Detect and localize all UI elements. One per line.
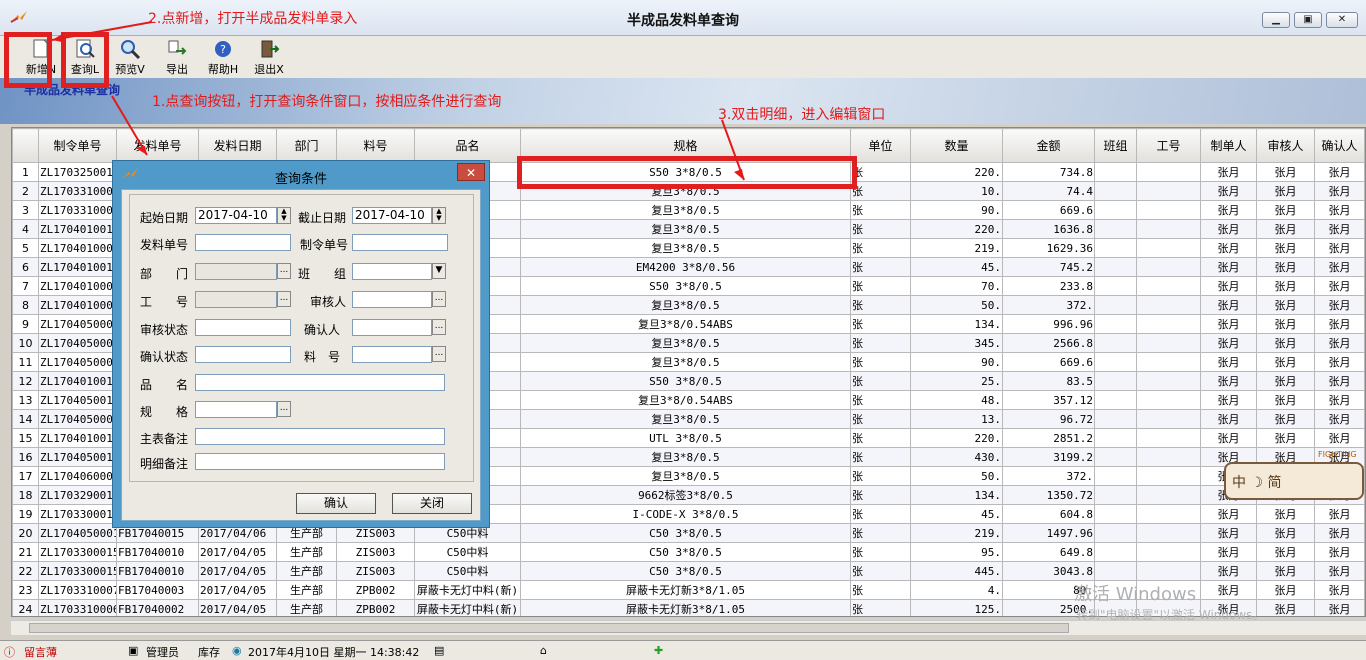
dept-label: 部 门 — [140, 267, 189, 281]
dialog-title: 查询条件 — [274, 172, 327, 187]
spec-label: 规 格 — [140, 405, 189, 419]
confirm-status-label: 确认状态 — [140, 350, 189, 364]
reviewer-lookup-button[interactable]: ... — [432, 291, 446, 307]
annotation-new: 2.点新增，打开半成品发料单录入 — [148, 11, 358, 27]
confirmer-label: 确认人 — [304, 323, 341, 337]
confirmer-lookup-button[interactable]: ... — [432, 319, 446, 335]
ime-mode-text: 中 ☽ 简 — [1232, 475, 1282, 491]
worker-lookup-button[interactable]: ... — [277, 291, 291, 307]
activation-watermark-note: 转到"电脑设置"以激活 Windows。 — [1076, 608, 1265, 622]
reviewer-label: 审核人 — [310, 295, 347, 309]
query-dialog: 查询条件 ✕ 起始日期 2017-04-10 ▲ ▼ 截止日期 2017-04-1… — [112, 160, 490, 528]
dialog-body: 起始日期 2017-04-10 ▲ ▼ 截止日期 2017-04-10 ▲ ▼ 发料… — [121, 189, 481, 521]
confirmer-input[interactable] — [352, 319, 432, 336]
start-date-spinner[interactable]: ▲ ▼ — [277, 207, 291, 224]
confirm-status-input[interactable] — [195, 346, 291, 363]
annotation-query: 1.点查询按钮，打开查询条件窗口，按相应条件进行查询 — [152, 94, 502, 110]
part-no-input[interactable] — [352, 346, 432, 363]
worker-input — [195, 291, 277, 308]
worker-label: 工 号 — [140, 295, 189, 309]
ime-toolbar[interactable]: 中 ☽ 简 FIGHTING — [1224, 450, 1364, 500]
start-date-input[interactable]: 2017-04-10 — [195, 207, 277, 224]
confirm-button[interactable]: 确认 — [296, 493, 376, 514]
ime-tag: FIGHTING — [1318, 450, 1357, 459]
team-label: 班 组 — [298, 267, 347, 281]
part-no-lookup-button[interactable]: ... — [432, 346, 446, 362]
detail-note-label: 明细备注 — [140, 457, 189, 471]
main-note-input[interactable] — [195, 428, 445, 445]
issue-no-label: 发料单号 — [140, 238, 189, 252]
order-no-input[interactable] — [352, 234, 448, 251]
order-no-label: 制令单号 — [300, 238, 349, 252]
product-name-label: 品 名 — [140, 378, 189, 392]
end-date-spinner[interactable]: ▲ ▼ — [432, 207, 446, 224]
annotation-edit: 3.双击明细，进入编辑窗口 — [718, 107, 886, 123]
review-status-input[interactable] — [195, 319, 291, 336]
part-no-label: 料 号 — [304, 350, 341, 364]
detail-note-input[interactable] — [195, 453, 445, 470]
activation-watermark-title: 激活 Windows — [1074, 584, 1197, 605]
reviewer-input[interactable] — [352, 291, 432, 308]
start-date-label: 起始日期 — [140, 211, 189, 225]
dialog-title-bar[interactable]: 查询条件 ✕ — [113, 161, 489, 189]
spec-input[interactable] — [195, 401, 277, 418]
spec-lookup-button[interactable]: ... — [277, 401, 291, 417]
end-date-input[interactable]: 2017-04-10 — [352, 207, 432, 224]
dialog-close-button[interactable]: ✕ — [457, 163, 485, 181]
close-dialog-button[interactable]: 关闭 — [392, 493, 472, 514]
dept-lookup-button[interactable]: ... — [277, 263, 291, 279]
end-date-label: 截止日期 — [298, 211, 347, 225]
team-dropdown-icon[interactable]: ▼ — [432, 263, 446, 279]
issue-no-input[interactable] — [195, 234, 291, 251]
dept-input — [195, 263, 277, 280]
team-select[interactable] — [352, 263, 432, 280]
main-note-label: 主表备注 — [140, 432, 189, 446]
product-name-input[interactable] — [195, 374, 445, 391]
review-status-label: 审核状态 — [140, 323, 189, 337]
query-form: 起始日期 2017-04-10 ▲ ▼ 截止日期 2017-04-10 ▲ ▼ 发料… — [129, 194, 474, 482]
